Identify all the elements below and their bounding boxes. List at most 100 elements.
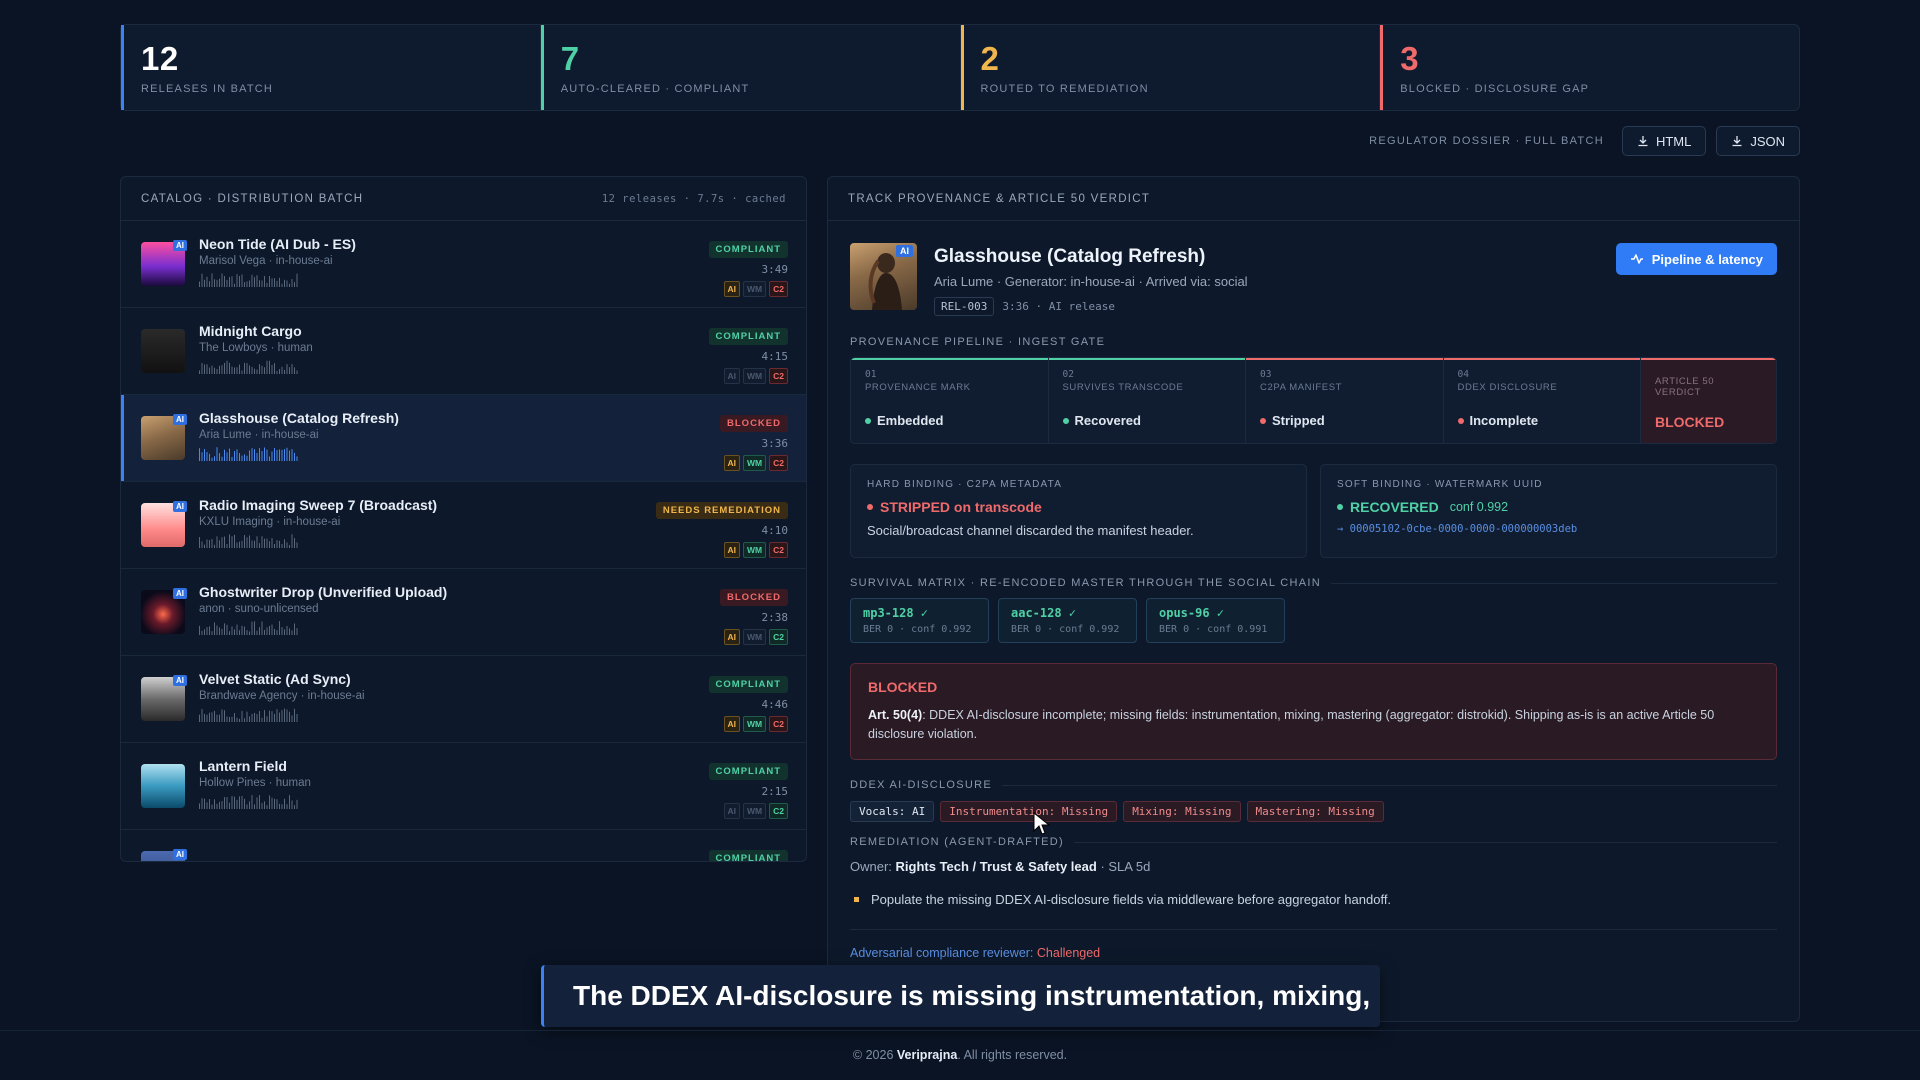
release-duration: 4:15 [761, 350, 789, 363]
c2-chip: C2 [769, 803, 788, 819]
stat-accent-bar [540, 25, 544, 110]
ddex-field-chip: Mixing: Missing [1123, 801, 1241, 822]
wm-chip: WM [743, 455, 767, 471]
ai-chip: AI [723, 368, 741, 384]
status-dot-icon [1062, 417, 1069, 424]
stage-number: 02 [1062, 369, 1074, 380]
stage-title: DDEX DISCLOSURE [1457, 382, 1558, 393]
release-cover [141, 764, 185, 808]
format-card: aac-128 ✓ BER 0 · conf 0.992 [998, 598, 1137, 643]
format-card: mp3-128 ✓ BER 0 · conf 0.992 [850, 598, 989, 643]
waveform [199, 621, 298, 635]
ai-badge: AI [896, 245, 913, 257]
soft-binding-card: SOFT BINDING · WATERMARK UUID RECOVERED … [1320, 464, 1777, 558]
provenance-chips: AI WM C2 [720, 629, 788, 645]
release-row[interactable]: AI Radio Imaging Sweep 7 (Broadcast) KXLU … [121, 482, 806, 569]
reviewer-status: Challenged [1036, 946, 1101, 960]
status-dot-icon [1457, 417, 1464, 424]
provenance-chips: AI WM C2 [709, 803, 788, 819]
stat-accent-bar [121, 25, 124, 110]
ddex-field-chip: Instrumentation: Missing [940, 801, 1118, 822]
remediation-action-text: Populate the missing DDEX AI-disclosure … [871, 892, 1392, 907]
release-title: Midnight Cargo [199, 323, 302, 339]
caption-overlay: The DDEX AI-disclosure is missing instru… [541, 965, 1380, 1027]
status-dot-icon [865, 417, 871, 424]
release-artist: Brandwave Agency · in-house-ai [199, 690, 365, 702]
alert-ref: Art. 50(4) [868, 708, 923, 722]
ddex-field-chip: Vocals: AI [850, 801, 935, 822]
ddex-field-chip: Mastering: Missing [1246, 801, 1384, 822]
format-meta: BER 0 · conf 0.992 [863, 624, 972, 635]
release-row[interactable]: AI Glasshouse (Catalog Refresh) Aria Lume … [121, 395, 806, 482]
stage-value: Incomplete [1457, 413, 1627, 428]
pipeline-stage: 02 SURVIVES TRANSCODE Recovered [1048, 358, 1246, 443]
stats-bar: 12 RELEASES IN BATCH 7 AUTO-CLEARED · COMPL… [120, 24, 1800, 111]
hard-binding-card: HARD BINDING · C2PA METADATA STRIPPED on… [850, 464, 1307, 558]
format-meta: BER 0 · conf 0.992 [1011, 624, 1120, 635]
release-artist: Hollow Pines · human [199, 777, 311, 789]
status-badge: COMPLIANT [708, 763, 788, 780]
release-cover: AI [141, 501, 187, 547]
stage-number: 03 [1260, 369, 1272, 380]
provenance-chips: AI WM C2 [709, 281, 788, 297]
stat-card: 7 AUTO-CLEARED · COMPLIANT [540, 25, 961, 110]
soft-binding-head: SOFT BINDING · WATERMARK UUID [1337, 479, 1543, 490]
release-row[interactable]: AIPolyglot (EP Cover)COMPLIANT [121, 830, 806, 861]
export-html-button[interactable]: HTML [1621, 126, 1707, 156]
release-artist: Marisol Vega · in-house-ai [199, 255, 333, 267]
pipeline-stage: 01 PROVENANCE MARK Embedded [851, 358, 1049, 443]
release-row[interactable]: Midnight Cargo The Lowboys · human COMPLIA… [121, 308, 806, 395]
article-50-verdict: ARTICLE 50 VERDICT BLOCKED [1641, 358, 1776, 443]
release-cover: AI [141, 675, 187, 721]
release-duration: 3:36 [761, 437, 789, 450]
ai-chip: AI [723, 455, 741, 471]
provenance-chips: AI WM C2 [656, 542, 788, 558]
detail-panel: TRACK PROVENANCE & ARTICLE 50 VERDICT AI… [827, 176, 1800, 1022]
mouse-cursor-icon [1033, 812, 1051, 835]
pipeline-stage: 04 DDEX DISCLOSURE Incomplete [1443, 358, 1641, 443]
format-name: opus-96 ✓ [1159, 606, 1225, 620]
stat-card: 3 BLOCKED · DISCLOSURE GAP [1380, 25, 1799, 110]
pipeline-label: PROVENANCE PIPELINE · INGEST GATE [850, 336, 1106, 348]
reviewer-link[interactable]: Adversarial compliance reviewer: Challen… [850, 929, 1777, 960]
status-badge: COMPLIANT [708, 328, 788, 345]
ai-chip: AI [723, 803, 741, 819]
export-label: REGULATOR DOSSIER · FULL BATCH [1369, 135, 1604, 147]
release-duration: 4:46 [761, 698, 789, 711]
stat-accent-bar [1380, 25, 1384, 110]
verdict-value: BLOCKED [1655, 414, 1725, 430]
status-badge: BLOCKED [720, 589, 788, 606]
waveform [199, 795, 298, 809]
stat-label: ROUTED TO REMEDIATION [980, 83, 1149, 96]
c2-chip: C2 [769, 629, 788, 645]
remediation-action: Populate the missing DDEX AI-disclosure … [854, 892, 1777, 907]
release-row[interactable]: Lantern Field Hollow Pines · human COMPLIA… [121, 743, 806, 830]
status-dot-icon [1260, 417, 1266, 424]
catalog-title: CATALOG · DISTRIBUTION BATCH [141, 192, 364, 205]
ai-chip: AI [723, 281, 741, 297]
pipeline-latency-button[interactable]: Pipeline & latency [1615, 243, 1777, 275]
stat-value: 3 [1400, 40, 1420, 77]
release-row[interactable]: AI Velvet Static (Ad Sync) Brandwave Agenc… [121, 656, 806, 743]
release-cover: AI [141, 414, 187, 460]
status-badge: NEEDS REMEDIATION [655, 502, 788, 519]
export-html-label: HTML [1655, 133, 1692, 149]
verdict-title: ARTICLE 50 VERDICT [1655, 376, 1715, 398]
hard-binding-head: HARD BINDING · C2PA METADATA [867, 479, 1063, 490]
stat-label: BLOCKED · DISCLOSURE GAP [1400, 83, 1590, 96]
track-cover: AI [850, 243, 917, 310]
release-duration: 2:15 [761, 785, 789, 798]
remediation-label: REMEDIATION (AGENT-DRAFTED) [850, 836, 1064, 848]
stat-card: 2 ROUTED TO REMEDIATION [960, 25, 1381, 110]
status-badge: COMPLIANT [708, 241, 788, 258]
wm-chip: WM [743, 368, 767, 384]
stage-title: C2PA MANIFEST [1260, 382, 1343, 393]
export-json-button[interactable]: JSON [1716, 126, 1800, 156]
release-artist: Aria Lume · in-house-ai [199, 429, 319, 441]
provenance-pipeline: 01 PROVENANCE MARK Embedded 02 SURVIVES TRAN… [850, 357, 1777, 444]
c2-chip: C2 [769, 455, 788, 471]
release-row[interactable]: AI Ghostwriter Drop (Unverified Upload) an… [121, 569, 806, 656]
release-row[interactable]: AI Neon Tide (AI Dub - ES) Marisol Vega · … [121, 221, 806, 308]
status-dot-icon [1337, 504, 1343, 510]
release-duration: 3:49 [761, 263, 789, 276]
